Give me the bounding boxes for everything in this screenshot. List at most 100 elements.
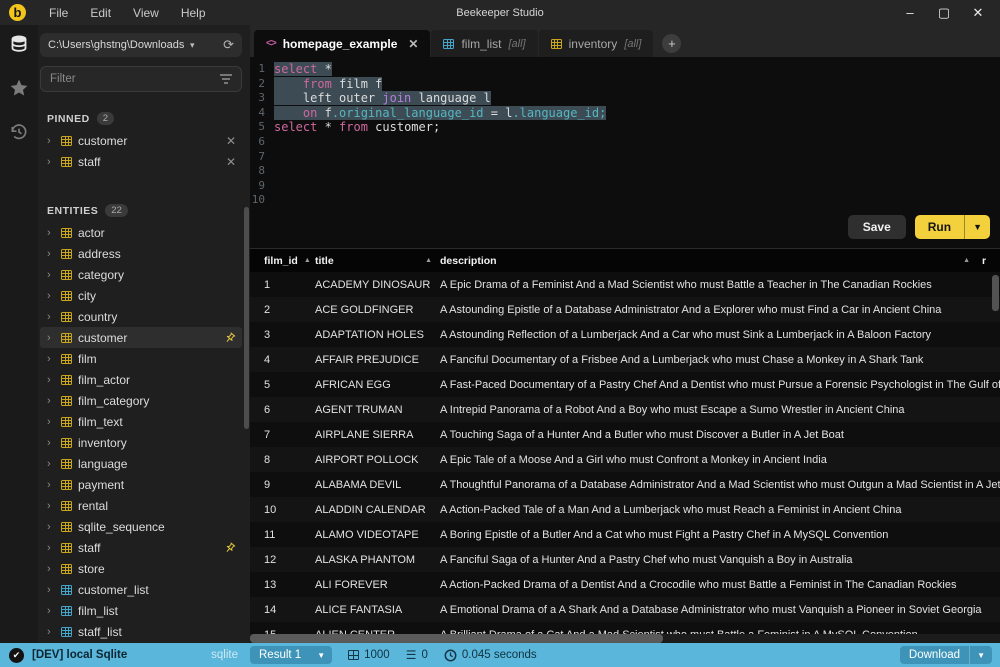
- save-button[interactable]: Save: [848, 215, 906, 239]
- pin-icon[interactable]: [224, 542, 236, 554]
- table-row[interactable]: 12ALASKA PHANTOMA Fanciful Saga of a Hun…: [250, 547, 1000, 572]
- entity-item-sqlite_sequence[interactable]: ›sqlite_sequence: [40, 516, 242, 537]
- entity-item-staff[interactable]: ›staff: [40, 537, 242, 558]
- table-row[interactable]: 8AIRPORT POLLOCKA Epic Tale of a Moose A…: [250, 447, 1000, 472]
- database-tab-icon[interactable]: [8, 33, 30, 55]
- tab-film_list[interactable]: film_list[all]: [431, 30, 537, 57]
- entity-item-category[interactable]: ›category: [40, 264, 242, 285]
- table-row[interactable]: 9ALABAMA DEVILA Thoughtful Panorama of a…: [250, 472, 1000, 497]
- entity-item-film_actor[interactable]: ›film_actor: [40, 369, 242, 390]
- new-tab-button[interactable]: +: [662, 34, 681, 53]
- chevron-right-icon[interactable]: ›: [47, 605, 55, 617]
- chevron-right-icon[interactable]: ›: [47, 353, 55, 365]
- pinned-item-staff[interactable]: ›staff✕: [40, 151, 242, 172]
- download-button[interactable]: Download ▼: [900, 646, 992, 664]
- tab-homepage_example[interactable]: <>homepage_example✕: [254, 30, 430, 57]
- entity-item-customer[interactable]: ›customer: [40, 327, 242, 348]
- chevron-right-icon[interactable]: ›: [47, 332, 55, 344]
- table-row[interactable]: 6AGENT TRUMANA Intrepid Panorama of a Ro…: [250, 397, 1000, 422]
- sidebar-scrollbar[interactable]: [244, 207, 249, 429]
- chevron-right-icon[interactable]: ›: [47, 437, 55, 449]
- entity-item-customer_list[interactable]: ›customer_list: [40, 579, 242, 600]
- entity-item-address[interactable]: ›address: [40, 243, 242, 264]
- result-selector-button[interactable]: Result 1 ▼: [250, 646, 332, 664]
- entity-item-store[interactable]: ›store: [40, 558, 242, 579]
- pin-icon[interactable]: [224, 332, 236, 344]
- chevron-right-icon[interactable]: ›: [47, 542, 55, 554]
- chevron-right-icon[interactable]: ›: [47, 227, 55, 239]
- table-row[interactable]: 2ACE GOLDFINGERA Astounding Epistle of a…: [250, 297, 1000, 322]
- entity-filter-input[interactable]: Filter: [40, 66, 242, 92]
- chevron-right-icon[interactable]: ›: [47, 479, 55, 491]
- sort-asc-icon[interactable]: ▲: [425, 257, 432, 264]
- chevron-right-icon[interactable]: ›: [47, 135, 55, 147]
- table-row[interactable]: 14ALICE FANTASIAA Emotional Drama of a A…: [250, 597, 1000, 622]
- results-vertical-scrollbar[interactable]: [992, 275, 999, 311]
- column-header-title[interactable]: title ▲: [315, 255, 440, 267]
- column-header-film-id[interactable]: film_id ▲: [250, 255, 315, 267]
- menu-view[interactable]: View: [122, 6, 170, 20]
- tab-inventory[interactable]: inventory[all]: [539, 30, 654, 57]
- table-row[interactable]: 4AFFAIR PREJUDICEA Fanciful Documentary …: [250, 347, 1000, 372]
- table-row[interactable]: 11ALAMO VIDEOTAPEA Boring Epistle of a B…: [250, 522, 1000, 547]
- column-header-clipped[interactable]: r: [982, 255, 1000, 267]
- entity-item-film_text[interactable]: ›film_text: [40, 411, 242, 432]
- chevron-right-icon[interactable]: ›: [47, 395, 55, 407]
- chevron-right-icon[interactable]: ›: [47, 584, 55, 596]
- chevron-right-icon[interactable]: ›: [47, 374, 55, 386]
- favorites-star-icon[interactable]: [8, 77, 30, 99]
- entities-section-header[interactable]: ENTITIES 22: [40, 198, 242, 222]
- sort-asc-icon[interactable]: ▲: [963, 257, 970, 264]
- table-row[interactable]: 5AFRICAN EGGA Fast-Paced Documentary of …: [250, 372, 1000, 397]
- results-horizontal-scrollbar[interactable]: [250, 634, 1000, 643]
- tab-close-icon[interactable]: ✕: [408, 37, 418, 51]
- sort-asc-icon[interactable]: ▲: [304, 257, 311, 264]
- chevron-right-icon[interactable]: ›: [47, 156, 55, 168]
- table-row[interactable]: 1ACADEMY DINOSAURA Epic Drama of a Femin…: [250, 272, 1000, 297]
- table-row[interactable]: 13ALI FOREVERA Action-Packed Drama of a …: [250, 572, 1000, 597]
- chevron-right-icon[interactable]: ›: [47, 248, 55, 260]
- unpin-close-icon[interactable]: ✕: [226, 134, 236, 148]
- chevron-right-icon[interactable]: ›: [47, 311, 55, 323]
- sql-editor[interactable]: 1select *2 from film f3 left outer join …: [250, 57, 1000, 248]
- refresh-icon[interactable]: ⟳: [223, 37, 234, 53]
- entity-item-film[interactable]: ›film: [40, 348, 242, 369]
- entity-item-actor[interactable]: ›actor: [40, 222, 242, 243]
- entity-item-staff_list[interactable]: ›staff_list: [40, 621, 242, 642]
- entity-item-city[interactable]: ›city: [40, 285, 242, 306]
- run-dropdown-caret-icon[interactable]: ▼: [965, 217, 990, 237]
- pinned-section-header[interactable]: PINNED 2: [40, 106, 242, 130]
- scrollbar-thumb[interactable]: [250, 634, 663, 643]
- menu-file[interactable]: File: [38, 6, 79, 20]
- entity-item-payment[interactable]: ›payment: [40, 474, 242, 495]
- maximize-button[interactable]: ▢: [932, 3, 956, 23]
- entity-item-film_list[interactable]: ›film_list: [40, 600, 242, 621]
- table-row[interactable]: 3ADAPTATION HOLESA Astounding Reflection…: [250, 322, 1000, 347]
- table-row[interactable]: 10ALADDIN CALENDARA Action-Packed Tale o…: [250, 497, 1000, 522]
- chevron-right-icon[interactable]: ›: [47, 416, 55, 428]
- chevron-right-icon[interactable]: ›: [47, 290, 55, 302]
- close-button[interactable]: ✕: [966, 3, 990, 23]
- minimize-button[interactable]: –: [898, 3, 922, 23]
- entity-item-film_category[interactable]: ›film_category: [40, 390, 242, 411]
- column-header-description[interactable]: description ▲: [440, 255, 982, 267]
- run-button[interactable]: Run ▼: [915, 215, 990, 239]
- chevron-right-icon[interactable]: ›: [47, 500, 55, 512]
- entity-item-sales_by_store[interactable]: ›sales_by_store: [40, 642, 242, 643]
- entity-item-country[interactable]: ›country: [40, 306, 242, 327]
- menu-edit[interactable]: Edit: [79, 6, 122, 20]
- chevron-right-icon[interactable]: ›: [47, 521, 55, 533]
- entity-item-rental[interactable]: ›rental: [40, 495, 242, 516]
- table-row[interactable]: 7AIRPLANE SIERRAA Touching Saga of a Hun…: [250, 422, 1000, 447]
- connection-dropdown[interactable]: C:\Users\ghstng\Downloads ▾ ⟳: [40, 33, 242, 57]
- entity-item-language[interactable]: ›language: [40, 453, 242, 474]
- chevron-right-icon[interactable]: ›: [47, 626, 55, 638]
- entity-item-inventory[interactable]: ›inventory: [40, 432, 242, 453]
- history-clock-icon[interactable]: [8, 121, 30, 143]
- menu-help[interactable]: Help: [170, 6, 217, 20]
- connection-name[interactable]: [DEV] local Sqlite: [32, 649, 127, 661]
- unpin-close-icon[interactable]: ✕: [226, 155, 236, 169]
- chevron-right-icon[interactable]: ›: [47, 563, 55, 575]
- chevron-right-icon[interactable]: ›: [47, 458, 55, 470]
- chevron-right-icon[interactable]: ›: [47, 269, 55, 281]
